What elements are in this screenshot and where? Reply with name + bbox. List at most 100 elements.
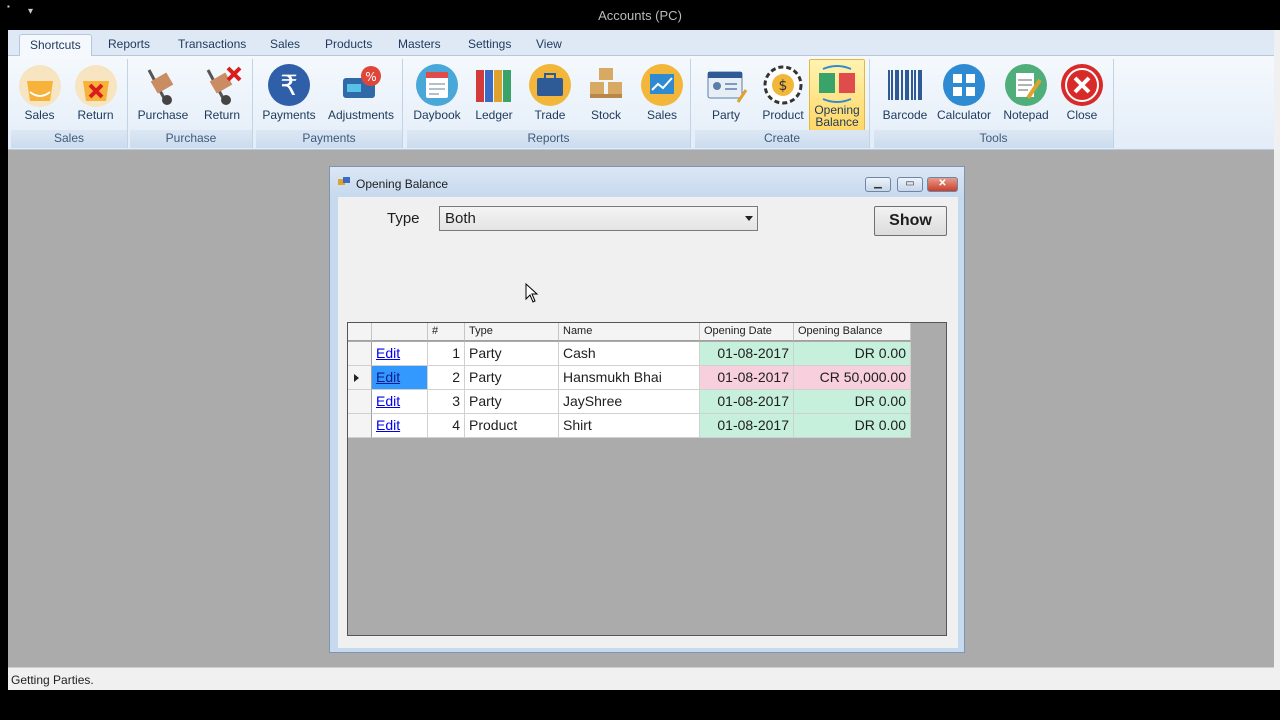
ledger-button[interactable]: Ledger: [467, 59, 521, 129]
table-cell-type[interactable]: Product: [465, 414, 559, 438]
tab-reports[interactable]: Reports: [98, 34, 160, 57]
party-button[interactable]: Party: [698, 59, 754, 129]
table-cell-opening-balance[interactable]: CR 50,000.00: [794, 366, 911, 390]
notepad-button[interactable]: Notepad: [996, 59, 1056, 129]
table-cell-type[interactable]: Party: [465, 390, 559, 414]
calculator-icon: [943, 64, 985, 106]
table-cell-name[interactable]: Shirt: [559, 414, 700, 438]
briefcase-icon: [529, 64, 571, 106]
opening-balance-button[interactable]: Opening Balance: [809, 59, 865, 131]
table-cell-opening-date[interactable]: 01-08-2017: [700, 366, 794, 390]
edit-link[interactable]: Edit: [376, 345, 400, 361]
sales-return-button[interactable]: Return: [67, 59, 124, 129]
tab-view[interactable]: View: [526, 34, 572, 57]
column-header-type[interactable]: Type: [465, 323, 559, 341]
purchase-button[interactable]: Purchase: [133, 59, 193, 129]
row-header[interactable]: [348, 390, 372, 414]
calculator-button[interactable]: Calculator: [934, 59, 994, 129]
opening-balance-grid: # Type Name Opening Date Opening Balance…: [347, 322, 947, 636]
daybook-button[interactable]: Daybook: [410, 59, 464, 129]
sales-return-icon: [74, 65, 117, 107]
close-button[interactable]: Close: [1052, 59, 1112, 129]
maximize-button[interactable]: ▭: [897, 177, 923, 192]
table-cell-type[interactable]: Party: [465, 342, 559, 366]
column-header-name[interactable]: Name: [559, 323, 700, 341]
column-header-number[interactable]: #: [428, 323, 465, 341]
type-select-value: Both: [445, 210, 476, 227]
trade-button[interactable]: Trade: [523, 59, 577, 129]
purchase-return-icon: [206, 66, 242, 105]
table-cell-number[interactable]: 4: [428, 414, 465, 438]
window-close-button[interactable]: ✕: [927, 177, 958, 192]
column-header-opening-date[interactable]: Opening Date: [700, 323, 794, 341]
table-row-edit-cell: Edit: [372, 414, 428, 438]
table-cell-opening-date[interactable]: 01-08-2017: [700, 390, 794, 414]
table-cell-number[interactable]: 1: [428, 342, 465, 366]
sales-chart-icon: [641, 64, 683, 106]
tab-settings[interactable]: Settings: [458, 34, 521, 57]
tab-shortcuts[interactable]: Shortcuts: [19, 34, 92, 57]
column-header-edit: [372, 323, 428, 341]
table-cell-opening-balance[interactable]: DR 0.00: [794, 342, 911, 366]
adjustments-button[interactable]: % Adjustments: [326, 59, 396, 129]
status-bar: Getting Parties.: [8, 667, 1274, 690]
sales-report-label: Sales: [646, 108, 678, 122]
tab-masters[interactable]: Masters: [388, 34, 451, 57]
table-row-edit-cell: Edit: [372, 390, 428, 414]
edit-link[interactable]: Edit: [376, 369, 400, 385]
table-cell-number[interactable]: 3: [428, 390, 465, 414]
dialog-body: Type Both Show # Type Name Opening Date …: [338, 197, 958, 648]
table-cell-number[interactable]: 2: [428, 366, 465, 390]
tab-products[interactable]: Products: [315, 34, 382, 57]
minimize-button[interactable]: ▁: [865, 177, 891, 192]
row-header-current[interactable]: [348, 366, 372, 390]
table-cell-type[interactable]: Party: [465, 366, 559, 390]
edit-link[interactable]: Edit: [376, 417, 400, 433]
table-row-edit-cell: Edit: [372, 342, 428, 366]
table-cell-name[interactable]: Hansmukh Bhai: [559, 366, 700, 390]
window-edge: [1274, 30, 1280, 690]
party-card-icon: [707, 71, 748, 103]
dialog-title-bar[interactable]: Opening Balance ▁ ▭ ✕: [330, 167, 964, 197]
row-header[interactable]: [348, 414, 372, 438]
purchase-button-label: Purchase: [137, 108, 189, 122]
opening-balance-icon: [819, 65, 855, 103]
table-cell-opening-balance[interactable]: DR 0.00: [794, 414, 911, 438]
tab-transactions[interactable]: Transactions: [168, 34, 256, 57]
group-label-reports: Reports: [407, 130, 690, 148]
table-cell-opening-balance[interactable]: DR 0.00: [794, 390, 911, 414]
boxes-icon: [590, 68, 622, 98]
table-cell-name[interactable]: Cash: [559, 342, 700, 366]
table-cell-opening-date[interactable]: 01-08-2017: [700, 342, 794, 366]
opening-balance-label: Opening Balance: [814, 103, 860, 129]
calculator-button-label: Calculator: [936, 108, 992, 122]
stock-button[interactable]: Stock: [579, 59, 633, 129]
binders-icon: [476, 70, 511, 102]
table-row-edit-cell-selected: Edit: [372, 366, 428, 390]
close-button-label: Close: [1066, 108, 1098, 122]
show-button[interactable]: Show: [874, 206, 947, 236]
sales-report-button[interactable]: Sales: [635, 59, 689, 129]
barcode-icon: [888, 70, 922, 100]
group-label-sales: Sales: [11, 130, 127, 148]
ledger-button-label: Ledger: [475, 108, 513, 122]
purchase-return-button[interactable]: Return: [192, 59, 252, 129]
barcode-button[interactable]: Barcode: [875, 59, 935, 129]
svg-text:%: %: [365, 70, 376, 84]
sales-button[interactable]: Sales: [12, 59, 67, 129]
type-select[interactable]: Both: [439, 206, 758, 231]
column-header-opening-balance[interactable]: Opening Balance: [794, 323, 911, 341]
money-gear-icon: $: [763, 65, 803, 105]
discount-card-icon: %: [343, 66, 381, 98]
group-payments: ₹ Payments % Adjustments Payments: [256, 59, 403, 148]
table-cell-name[interactable]: JayShree: [559, 390, 700, 414]
row-header[interactable]: [348, 342, 372, 366]
payments-button[interactable]: ₹ Payments: [259, 59, 319, 129]
tab-sales[interactable]: Sales: [260, 34, 310, 57]
group-label-create: Create: [695, 130, 869, 148]
product-button[interactable]: $ Product: [755, 59, 811, 129]
edit-link[interactable]: Edit: [376, 393, 400, 409]
table-cell-opening-date[interactable]: 01-08-2017: [700, 414, 794, 438]
group-sales: Sales Return Sales: [11, 59, 128, 148]
hand-truck-icon: [147, 69, 174, 105]
